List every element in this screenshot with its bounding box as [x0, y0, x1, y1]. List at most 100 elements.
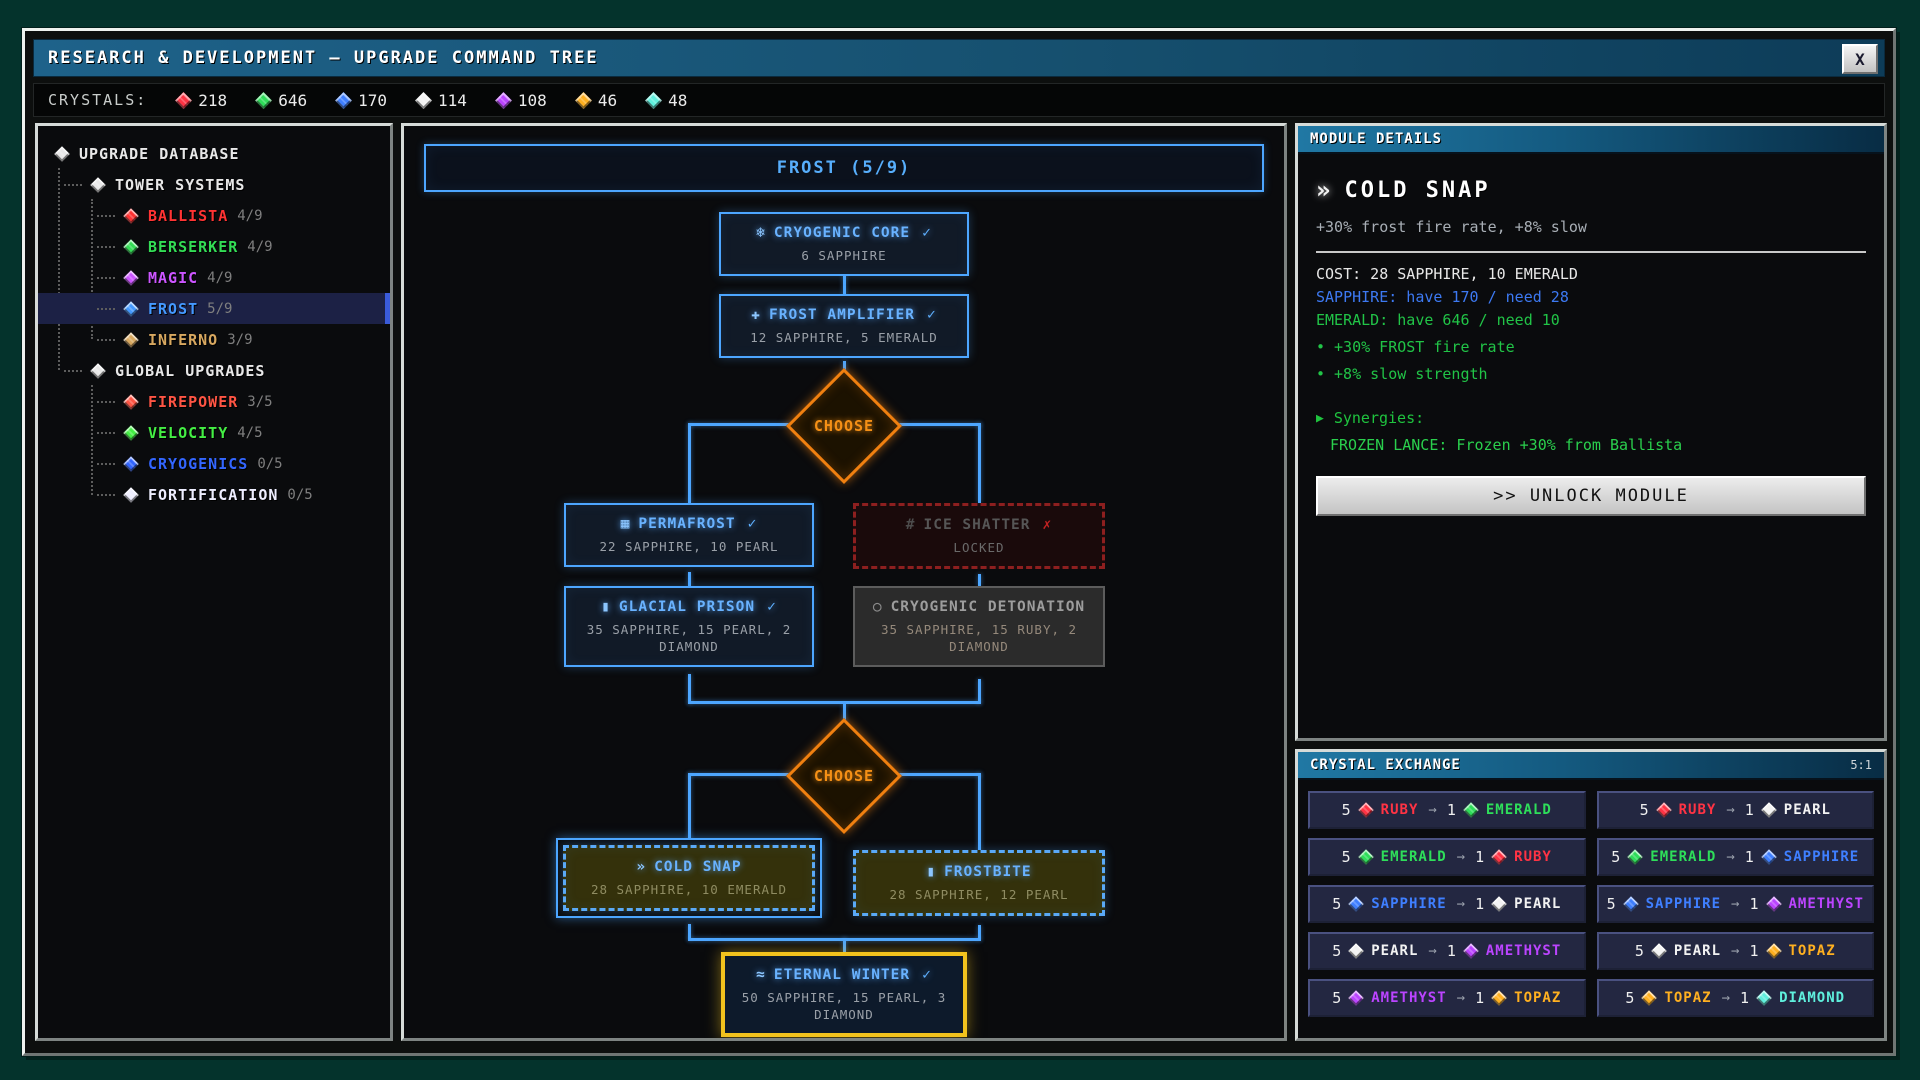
exchange-offer-amethyst-to-topaz[interactable]: 5 AMETHYST → 1 TOPAZ [1308, 979, 1586, 1017]
sidebar-item-firepower[interactable]: FIREPOWER 3/5 [38, 386, 390, 417]
sidebar-item-berserker[interactable]: BERSERKER 4/9 [38, 231, 390, 262]
offer-give-name: EMERALD [1650, 849, 1716, 865]
node-ice-shatter[interactable]: #ICE SHATTER✗ LOCKED [853, 503, 1105, 569]
sidebar-group-global-upgrades[interactable]: GLOBAL UPGRADES [38, 355, 390, 386]
x-mark-icon: ✗ [1043, 517, 1053, 533]
sidebar-item-label: BALLISTA [148, 207, 228, 225]
module-details-header: MODULE DETAILS [1298, 126, 1884, 154]
sidebar-item-fortification[interactable]: FORTIFICATION 0/5 [38, 479, 390, 510]
crystal-gem-icon [1348, 896, 1364, 912]
ice-block-icon: ▦ [621, 516, 631, 532]
crystal-count-topaz: 46 [577, 91, 617, 110]
sidebar-tree: UPGRADE DATABASE TOWER SYSTEMS BALLISTA … [38, 126, 390, 510]
emerald-requirement: EMERALD: have 646 / need 10 [1316, 311, 1866, 329]
crystal-gem-icon [1627, 849, 1643, 865]
crystal-gem-icon [123, 456, 139, 472]
choose-label: CHOOSE [784, 716, 904, 836]
node-permafrost[interactable]: ▦PERMAFROST✓ 22 SAPPHIRE, 10 PEARL [564, 503, 814, 567]
node-cost: 22 SAPPHIRE, 10 PEARL [574, 539, 804, 556]
crystal-gem-icon [255, 92, 272, 109]
check-icon: ✓ [922, 225, 932, 241]
crystal-gem-icon [123, 487, 139, 503]
crystal-gem-icon [1348, 990, 1364, 1006]
sidebar-item-label: VELOCITY [148, 424, 228, 442]
synergies-heading: ▶ Synergies: [1316, 409, 1866, 427]
offer-get-qty: 1 [1475, 895, 1484, 913]
crystal-gem-icon [575, 92, 592, 109]
close-button[interactable]: X [1842, 44, 1878, 74]
crystal-gem-icon [1348, 943, 1364, 959]
node-cryogenic-core[interactable]: ❄CRYOGENIC CORE✓ 6 SAPPHIRE [719, 212, 969, 276]
bullet-icon: • [1316, 338, 1325, 356]
offer-get-qty: 1 [1740, 989, 1749, 1007]
tree-connector-stub [97, 215, 115, 217]
sidebar-item-cryogenics[interactable]: CRYOGENICS 0/5 [38, 448, 390, 479]
node-cryogenic-detonation[interactable]: ○CRYOGENIC DETONATION 35 SAPPHIRE, 15 RU… [853, 586, 1105, 667]
sidebar-item-inferno[interactable]: INFERNO 3/9 [38, 324, 390, 355]
exchange-offer-ruby-to-pearl[interactable]: 5 RUBY → 1 PEARL [1597, 791, 1875, 829]
node-label: ETERNAL WINTER [774, 967, 910, 983]
arrow-icon: → [1428, 802, 1436, 818]
tree-connector-stub [64, 184, 82, 186]
tree-connector-stub [97, 494, 115, 496]
exchange-offer-emerald-to-ruby[interactable]: 5 EMERALD → 1 RUBY [1308, 838, 1586, 876]
tree-connector-stub [97, 339, 115, 341]
offer-give-qty: 5 [1640, 801, 1649, 819]
check-icon: ✓ [922, 967, 932, 983]
sidebar-group-tower-systems[interactable]: TOWER SYSTEMS [38, 169, 390, 200]
offer-give-qty: 5 [1611, 848, 1620, 866]
sidebar-item-frost[interactable]: FROST 5/9 [38, 293, 390, 324]
exchange-offer-pearl-to-amethyst[interactable]: 5 PEARL → 1 AMETHYST [1308, 932, 1586, 970]
sidebar-item-count: 4/9 [207, 270, 232, 286]
node-cold-snap[interactable]: »COLD SNAP 28 SAPPHIRE, 10 EMERALD [556, 838, 822, 918]
exchange-offer-sapphire-to-pearl[interactable]: 5 SAPPHIRE → 1 PEARL [1308, 885, 1586, 923]
ice-pillar-icon: ▮ [926, 864, 936, 880]
sidebar-item-count: 4/9 [237, 208, 262, 224]
node-cost: 28 SAPPHIRE, 10 EMERALD [574, 882, 804, 899]
offer-give-name: RUBY [1679, 802, 1717, 818]
exchange-offer-ruby-to-emerald[interactable]: 5 RUBY → 1 EMERALD [1308, 791, 1586, 829]
node-frost-amplifier[interactable]: ✚FROST AMPLIFIER✓ 12 SAPPHIRE, 5 EMERALD [719, 294, 969, 358]
choose-diamond-1: CHOOSE [784, 366, 904, 486]
node-cost: 35 SAPPHIRE, 15 PEARL, 2 DIAMOND [574, 622, 804, 656]
node-cost: 35 SAPPHIRE, 15 RUBY, 2 DIAMOND [863, 622, 1095, 656]
offer-get-qty: 1 [1745, 801, 1754, 819]
sidebar-item-velocity[interactable]: VELOCITY 4/5 [38, 417, 390, 448]
crystal-count-pearl: 114 [417, 91, 467, 110]
arrow-icon: → [1722, 990, 1730, 1006]
sidebar-item-magic[interactable]: MAGIC 4/9 [38, 262, 390, 293]
arrow-icon: → [1731, 943, 1739, 959]
crystal-gem-icon [335, 92, 352, 109]
module-details-title: MODULE DETAILS [1310, 131, 1442, 147]
sidebar-item-ballista[interactable]: BALLISTA 4/9 [38, 200, 390, 231]
exchange-offer-sapphire-to-amethyst[interactable]: 5 SAPPHIRE → 1 AMETHYST [1597, 885, 1875, 923]
crystal-gem-icon [415, 92, 432, 109]
offer-give-qty: 5 [1332, 942, 1341, 960]
crystal-count-value: 108 [518, 91, 547, 110]
node-eternal-winter[interactable]: ≈ETERNAL WINTER✓ 50 SAPPHIRE, 15 PEARL, … [721, 952, 967, 1037]
node-glacial-prison[interactable]: ▮GLACIAL PRISON✓ 35 SAPPHIRE, 15 PEARL, … [564, 586, 814, 667]
sidebar-item-label: TOWER SYSTEMS [115, 176, 245, 194]
unlock-module-button[interactable]: >> UNLOCK MODULE [1316, 476, 1866, 516]
sapphire-requirement: SAPPHIRE: have 170 / need 28 [1316, 288, 1866, 306]
check-icon: ✓ [927, 307, 937, 323]
crystal-gem-icon [123, 301, 139, 317]
exchange-offer-pearl-to-topaz[interactable]: 5 PEARL → 1 TOPAZ [1597, 932, 1875, 970]
node-frostbite[interactable]: ▮FROSTBITE 28 SAPPHIRE, 12 PEARL [853, 850, 1105, 916]
node-cost: 50 SAPPHIRE, 15 PEARL, 3 DIAMOND [733, 990, 955, 1024]
arrow-icon: → [1457, 849, 1465, 865]
crystal-gem-icon [175, 92, 192, 109]
crystal-gem-icon [1358, 849, 1374, 865]
crystal-gem-icon [1756, 990, 1772, 1006]
arrow-icon: → [1457, 896, 1465, 912]
crystal-exchange-header: CRYSTAL EXCHANGE 5:1 [1298, 752, 1884, 780]
exchange-offer-emerald-to-sapphire[interactable]: 5 EMERALD → 1 SAPPHIRE [1597, 838, 1875, 876]
sidebar-item-count: 5/9 [207, 301, 232, 317]
exchange-offer-topaz-to-diamond[interactable]: 5 TOPAZ → 1 DIAMOND [1597, 979, 1875, 1017]
offer-get-qty: 1 [1749, 895, 1758, 913]
crystal-gem-icon [1651, 943, 1667, 959]
node-label: ICE SHATTER [923, 517, 1030, 533]
sidebar-root-upgrade-database[interactable]: UPGRADE DATABASE [38, 138, 390, 169]
sidebar-item-count: 4/9 [247, 239, 272, 255]
offer-give-name: EMERALD [1381, 849, 1447, 865]
